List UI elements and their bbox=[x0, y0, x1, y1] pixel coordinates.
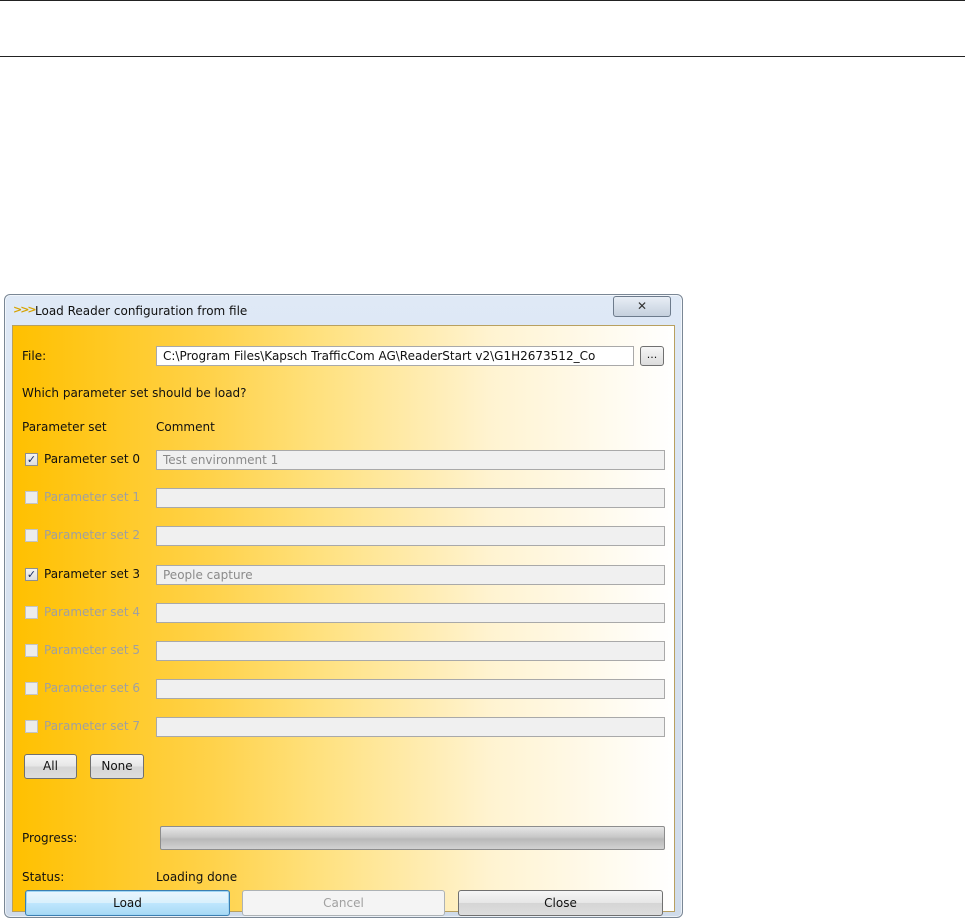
parameter-set-label: Parameter set 2 bbox=[44, 528, 141, 542]
page-top-rule bbox=[0, 0, 965, 1]
checkbox-parameter-set-0[interactable]: ✓ bbox=[25, 453, 38, 466]
load-config-dialog: >>> Load Reader configuration from file … bbox=[4, 294, 683, 918]
cancel-button[interactable]: Cancel bbox=[242, 890, 445, 916]
progress-label: Progress: bbox=[22, 831, 78, 845]
close-icon: ✕ bbox=[636, 299, 648, 313]
checkbox-parameter-set-4[interactable] bbox=[25, 606, 38, 619]
title-bar[interactable]: >>> Load Reader configuration from file … bbox=[5, 295, 682, 325]
checkbox-parameter-set-3[interactable]: ✓ bbox=[25, 568, 38, 581]
window-title: Load Reader configuration from file bbox=[35, 304, 248, 318]
checkbox-parameter-set-6[interactable] bbox=[25, 682, 38, 695]
parameter-set-label: Parameter set 3 bbox=[44, 567, 141, 581]
parameter-set-label: Parameter set 7 bbox=[44, 719, 141, 733]
parameter-set-label: Parameter set 1 bbox=[44, 490, 141, 504]
comment-field[interactable]: People capture bbox=[156, 565, 665, 585]
status-value: Loading done bbox=[156, 870, 238, 884]
comment-field[interactable] bbox=[156, 526, 665, 546]
comment-field[interactable] bbox=[156, 717, 665, 737]
browse-button[interactable]: ... bbox=[640, 346, 664, 366]
app-icon: >>> bbox=[13, 303, 37, 316]
comment-header: Comment bbox=[156, 420, 215, 434]
parameter-set-header: Parameter set bbox=[22, 420, 107, 434]
comment-field[interactable] bbox=[156, 641, 665, 661]
status-label: Status: bbox=[22, 870, 65, 884]
checkbox-parameter-set-1[interactable] bbox=[25, 491, 38, 504]
checkbox-parameter-set-2[interactable] bbox=[25, 529, 38, 542]
file-label: File: bbox=[22, 349, 47, 363]
close-button[interactable]: Close bbox=[458, 890, 663, 916]
comment-field[interactable] bbox=[156, 679, 665, 699]
question-text: Which parameter set should be load? bbox=[22, 386, 247, 400]
file-path-input[interactable]: C:\Program Files\Kapsch TrafficCom AG\Re… bbox=[156, 346, 634, 366]
load-button[interactable]: Load bbox=[25, 890, 230, 916]
select-all-button[interactable]: All bbox=[24, 754, 77, 779]
page-divider-rule bbox=[0, 56, 965, 57]
parameter-set-label: Parameter set 5 bbox=[44, 643, 141, 657]
dialog-content: File: C:\Program Files\Kapsch TrafficCom… bbox=[12, 325, 675, 916]
comment-field[interactable] bbox=[156, 488, 665, 508]
checkbox-parameter-set-7[interactable] bbox=[25, 720, 38, 733]
select-none-button[interactable]: None bbox=[90, 754, 144, 779]
parameter-set-label: Parameter set 4 bbox=[44, 605, 141, 619]
checkbox-parameter-set-5[interactable] bbox=[25, 644, 38, 657]
progress-bar bbox=[160, 826, 665, 850]
parameter-set-label: Parameter set 6 bbox=[44, 681, 141, 695]
parameter-set-label: Parameter set 0 bbox=[44, 452, 141, 466]
comment-field[interactable]: Test environment 1 bbox=[156, 450, 665, 470]
comment-field[interactable] bbox=[156, 603, 665, 623]
close-window-button[interactable]: ✕ bbox=[613, 296, 671, 317]
